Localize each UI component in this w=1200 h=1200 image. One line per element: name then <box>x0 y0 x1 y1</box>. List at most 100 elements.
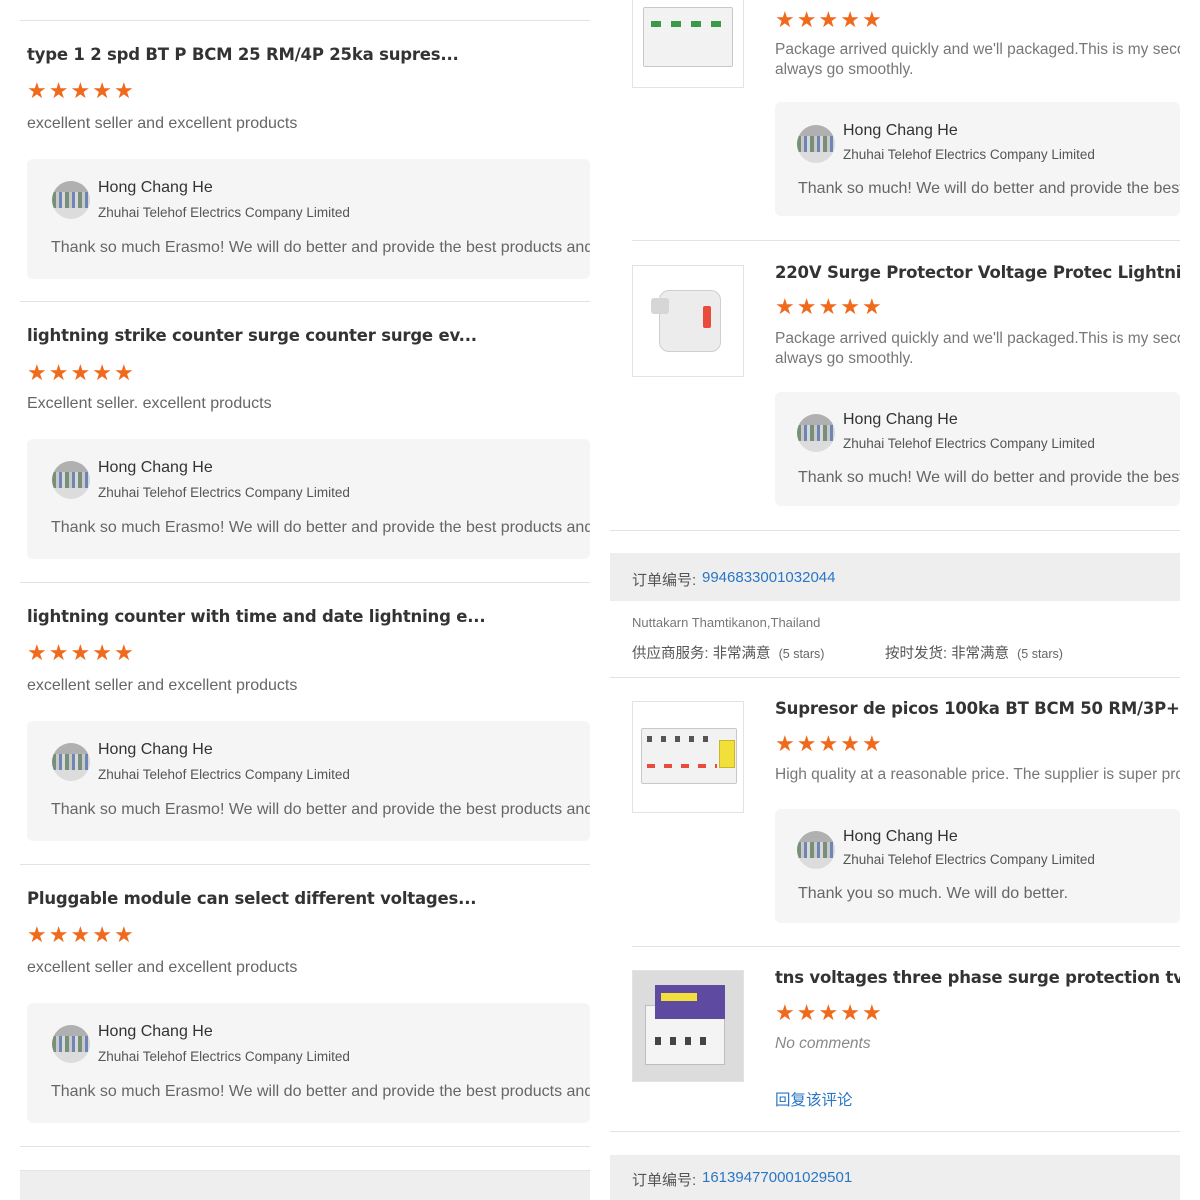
seller-reply: Hong Chang He Zhuhai Telehof Electrics C… <box>775 392 1180 506</box>
star-icon: ★ <box>92 361 112 386</box>
service-stars: (5 stars) <box>778 647 825 661</box>
reply-author: Hong Chang He <box>98 741 213 758</box>
reply-company: Zhuhai Telehof Electrics Company Limited <box>843 147 1095 162</box>
star-icon: ★ <box>113 641 134 666</box>
star-icon: ★ <box>840 8 860 33</box>
reply-message: Thank you so much. We will do better. <box>798 885 1069 902</box>
avatar <box>52 743 90 781</box>
star-rating: ★ ★ ★ ★ ★ <box>27 363 134 385</box>
order-bar <box>20 1170 590 1200</box>
reply-author: Hong Chang He <box>98 1023 213 1040</box>
reply-author: Hong Chang He <box>843 122 958 139</box>
star-icon: ★ <box>796 295 817 320</box>
avatar <box>52 181 90 219</box>
star-icon: ★ <box>48 641 69 666</box>
review-text: excellent seller and excellent products <box>27 959 298 976</box>
product-title[interactable]: lightning strike counter surge counter s… <box>27 326 477 345</box>
seller-reply: Hong Chang He Zhuhai Telehof Electrics C… <box>775 102 1180 216</box>
reply-message: Thank so much! We will do better and pro… <box>798 180 1180 197</box>
star-icon: ★ <box>818 732 839 757</box>
star-rating: ★ ★ ★ ★ ★ <box>27 81 134 103</box>
avatar <box>52 1025 90 1063</box>
reply-company: Zhuhai Telehof Electrics Company Limited <box>98 767 350 782</box>
star-icon: ★ <box>113 361 134 386</box>
review-text: High quality at a reasonable price. The … <box>775 766 1180 783</box>
shipping-label: 按时发货: <box>885 646 948 662</box>
product-thumbnail[interactable] <box>632 970 744 1082</box>
star-rating: ★ ★ ★ ★ ★ <box>27 925 134 947</box>
star-rating: ★ ★ ★ ★ ★ <box>775 297 882 319</box>
reply-company: Zhuhai Telehof Electrics Company Limited <box>98 485 350 500</box>
star-rating: ★ ★ ★ ★ ★ <box>27 643 134 665</box>
review-card: lightning strike counter surge counter s… <box>20 301 590 583</box>
star-rating: ★ ★ ★ ★ ★ <box>775 1003 882 1025</box>
product-thumbnail[interactable] <box>632 0 744 88</box>
star-icon: ★ <box>775 8 795 33</box>
reply-author: Hong Chang He <box>843 828 958 845</box>
star-icon: ★ <box>775 1001 795 1026</box>
reply-author: Hong Chang He <box>98 459 213 476</box>
order-header: 订单编号: 1613947700010295​01 <box>610 1155 1180 1200</box>
reply-company: Zhuhai Telehof Electrics Company Limited <box>843 852 1095 867</box>
seller-reply: Hong Chang He Zhuhai Telehof Electrics C… <box>27 159 590 279</box>
star-icon: ★ <box>48 361 69 386</box>
product-title[interactable]: 220V Surge Protector Voltage Protec Ligh… <box>775 263 1180 282</box>
star-icon: ★ <box>27 923 47 948</box>
order-number-link[interactable]: 9946833001032044 <box>702 569 835 586</box>
divider <box>632 946 1180 947</box>
supplier-service-rating: 供应商服务: 非常满意 (5 stars) <box>632 642 824 663</box>
star-icon: ★ <box>70 641 91 666</box>
seller-reply: Hong Chang He Zhuhai Telehof Electrics C… <box>27 1003 590 1123</box>
reply-author: Hong Chang He <box>843 411 958 428</box>
star-icon: ★ <box>48 923 69 948</box>
star-icon: ★ <box>775 295 795 320</box>
star-icon: ★ <box>861 732 882 757</box>
shipping-rating: 按时发货: 非常满意 (5 stars) <box>885 642 1063 663</box>
review-text-cont: always go smoothly. <box>775 350 914 367</box>
star-icon: ★ <box>818 295 839 320</box>
product-thumbnail[interactable] <box>632 265 744 377</box>
divider <box>20 1146 590 1147</box>
product-thumbnail[interactable] <box>632 701 744 813</box>
reply-to-review-link[interactable]: 回复该评论 <box>775 1088 853 1110</box>
star-icon: ★ <box>70 361 91 386</box>
star-icon: ★ <box>27 361 47 386</box>
product-title[interactable]: tns voltages three phase surge protectio… <box>775 968 1180 987</box>
reply-message: Thank so much Erasmo! We will do better … <box>51 239 590 256</box>
reply-message: Thank so much Erasmo! We will do better … <box>51 1083 590 1100</box>
right-review-column: ★ ★ ★ ★ ★ Package arrived quickly and we'll … <box>610 0 1180 1200</box>
reply-company: Zhuhai Telehof Electrics Company Limited <box>98 1049 350 1064</box>
review-text-cont: always go smoothly. <box>775 61 914 78</box>
product-title[interactable]: Pluggable module can select different vo… <box>27 889 477 908</box>
service-value: 非常满意 <box>712 646 771 662</box>
reply-message: Thank so much Erasmo! We will do better … <box>51 519 590 536</box>
review-text: excellent seller and excellent products <box>27 115 298 132</box>
star-icon: ★ <box>818 1001 839 1026</box>
product-title[interactable]: Supresor de picos 100ka BT BCM 50 RM/3P+… <box>775 699 1180 718</box>
order-number-link[interactable]: 1613947700010295​01 <box>702 1169 852 1186</box>
product-title[interactable]: type 1 2 spd BT P BCM 25 RM/4P 25ka supr… <box>27 45 459 64</box>
star-icon: ★ <box>840 295 860 320</box>
avatar <box>797 831 835 869</box>
star-rating: ★ ★ ★ ★ ★ <box>775 10 882 32</box>
seller-reply: Hong Chang He Zhuhai Telehof Electrics C… <box>27 439 590 559</box>
star-rating: ★ ★ ★ ★ ★ <box>775 734 882 756</box>
shipping-stars: (5 stars) <box>1017 647 1063 661</box>
star-icon: ★ <box>70 923 91 948</box>
star-icon: ★ <box>27 641 47 666</box>
review-text: Excellent seller. excellent products <box>27 395 272 412</box>
star-icon: ★ <box>796 8 817 33</box>
review-text: Package arrived quickly and we'll packag… <box>775 41 1180 58</box>
star-icon: ★ <box>48 79 69 104</box>
review-text: excellent seller and excellent products <box>27 677 298 694</box>
avatar <box>797 414 835 452</box>
buyer-name: Nuttakarn Thamtikanon,Thailand <box>632 615 821 630</box>
shipping-value: 非常满意 <box>951 646 1010 662</box>
star-icon: ★ <box>840 1001 860 1026</box>
star-icon: ★ <box>796 732 817 757</box>
star-icon: ★ <box>70 79 91 104</box>
reply-company: Zhuhai Telehof Electrics Company Limited <box>98 205 350 220</box>
reply-message: Thank so much Erasmo! We will do better … <box>51 801 590 818</box>
star-icon: ★ <box>92 79 112 104</box>
product-title[interactable]: lightning counter with time and date lig… <box>27 607 486 626</box>
